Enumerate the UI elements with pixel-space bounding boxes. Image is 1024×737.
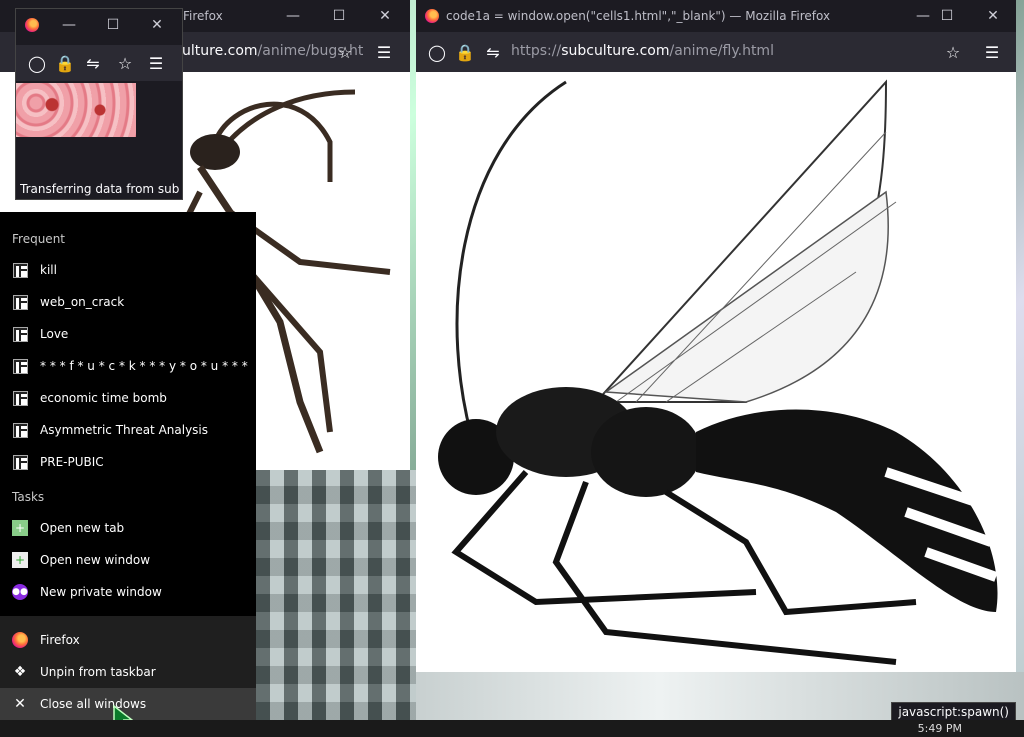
status-tooltip: javascript:spawn()	[891, 702, 1016, 722]
page-icon	[12, 358, 28, 374]
app-label: Firefox	[40, 633, 80, 647]
frequent-item-label: PRE-PUBIC	[40, 455, 104, 469]
frequent-item-label: Love	[40, 327, 69, 341]
page-content-fly	[416, 72, 1016, 672]
url-host: ulture.com	[182, 43, 258, 59]
desktop-pixel-art	[256, 470, 416, 720]
page-icon	[12, 422, 28, 438]
url-host: subculture.com	[561, 43, 670, 59]
task-label: Open new tab	[40, 521, 125, 535]
url-scheme: https://	[511, 43, 562, 59]
page-content-small	[16, 81, 182, 179]
status-text-small: Transferring data from subcult	[20, 182, 180, 196]
frequent-item[interactable]: * * * f * u * c * k * * * y * o * u * * …	[0, 350, 256, 382]
star-icon[interactable]: ☆	[113, 51, 137, 75]
url-path: /anime/fly.html	[669, 43, 774, 59]
close-icon: ✕	[14, 696, 26, 712]
lock-icon[interactable]: 🔒	[53, 51, 77, 75]
close-button[interactable]: ✕	[970, 0, 1016, 32]
firefox-logo-icon	[425, 9, 439, 23]
permissions-icon[interactable]: ⇋	[481, 40, 505, 64]
close-button[interactable]: ✕	[362, 0, 408, 32]
frequent-item-label: web_on_crack	[40, 295, 125, 309]
frequent-item[interactable]: Love	[0, 318, 256, 350]
menu-icon[interactable]: ☰	[980, 40, 1004, 64]
unpin-from-taskbar[interactable]: ❖ Unpin from taskbar	[0, 656, 256, 688]
minimize-button[interactable]: —	[270, 0, 316, 32]
page-icon	[12, 454, 28, 470]
new-window-icon: +	[12, 552, 28, 568]
frequent-item-label: Asymmetric Threat Analysis	[40, 423, 209, 437]
firefox-logo-icon	[25, 18, 39, 32]
launch-firefox[interactable]: Firefox	[0, 624, 256, 656]
frequent-heading: Frequent	[12, 232, 65, 246]
window-title: Firefox	[183, 9, 223, 23]
menu-icon[interactable]: ☰	[144, 51, 168, 75]
frequent-item[interactable]: Asymmetric Threat Analysis	[0, 414, 256, 446]
minimize-button-small[interactable]: —	[46, 9, 92, 41]
frequent-item[interactable]: kill	[0, 254, 256, 286]
taskbar-jump-list: Frequent kill web_on_crack Love * * * f …	[0, 212, 256, 737]
page-icon	[12, 326, 28, 342]
firefox-window-fly[interactable]: code1a = window.open("cells1.html","_bla…	[416, 0, 1016, 672]
tasks-heading: Tasks	[12, 490, 45, 504]
close-button-small[interactable]: ✕	[134, 9, 180, 41]
url-bar[interactable]: https://subculture.com/anime/fly.html	[511, 43, 774, 59]
frequent-item[interactable]: economic time bomb	[0, 382, 256, 414]
page-icon	[12, 390, 28, 406]
lock-icon[interactable]: 🔒	[453, 40, 477, 64]
star-icon[interactable]: ☆	[333, 40, 357, 64]
page-icon	[12, 294, 28, 310]
frequent-item-label: * * * f * u * c * k * * * y * o * u * * …	[40, 359, 248, 373]
frequent-item[interactable]: web_on_crack	[0, 286, 256, 318]
new-tab-icon: +	[12, 520, 28, 536]
firefox-window-small[interactable]: — ☐ ✕ ◯ 🔒 ⇋ ☆ ☰ Transferring data from s…	[15, 8, 183, 200]
nav-bar-small: ◯ 🔒 ⇋ ☆ ☰	[16, 45, 182, 81]
permissions-icon[interactable]: ⇋	[81, 51, 105, 75]
private-mask-icon: ●●	[12, 584, 28, 600]
task-new-private-window[interactable]: ●● New private window	[0, 576, 256, 608]
task-open-new-tab[interactable]: + Open new tab	[0, 512, 256, 544]
wasp-illustration	[438, 79, 998, 665]
maximize-button[interactable]: ☐	[316, 0, 362, 32]
window-title: code1a = window.open("cells1.html","_bla…	[446, 9, 831, 23]
task-label: Open new window	[40, 553, 151, 567]
maximize-button-small[interactable]: ☐	[90, 9, 136, 41]
taskbar	[0, 720, 1024, 737]
frequent-item-label: economic time bomb	[40, 391, 167, 405]
unpin-label: Unpin from taskbar	[40, 665, 156, 679]
task-open-new-window[interactable]: + Open new window	[0, 544, 256, 576]
shield-icon[interactable]: ◯	[25, 51, 49, 75]
maximize-button[interactable]: ☐	[924, 0, 970, 32]
star-icon[interactable]: ☆	[941, 40, 965, 64]
title-bar-small[interactable]: — ☐ ✕	[16, 9, 182, 41]
page-icon	[12, 262, 28, 278]
title-bar-main[interactable]: code1a = window.open("cells1.html","_bla…	[416, 0, 1016, 32]
frequent-item[interactable]: PRE-PUBIC	[0, 446, 256, 478]
nav-bar-main: ◯ 🔒 ⇋ https://subculture.com/anime/fly.h…	[416, 32, 1016, 72]
frequent-item-label: kill	[40, 263, 57, 277]
taskbar-clock[interactable]: 5:49 PM	[918, 722, 962, 735]
unpin-icon: ❖	[13, 664, 27, 680]
menu-icon[interactable]: ☰	[372, 40, 396, 64]
shield-icon[interactable]: ◯	[425, 40, 449, 64]
task-label: New private window	[40, 585, 162, 599]
firefox-logo-icon	[12, 632, 28, 648]
blood-cells-image	[16, 83, 136, 137]
